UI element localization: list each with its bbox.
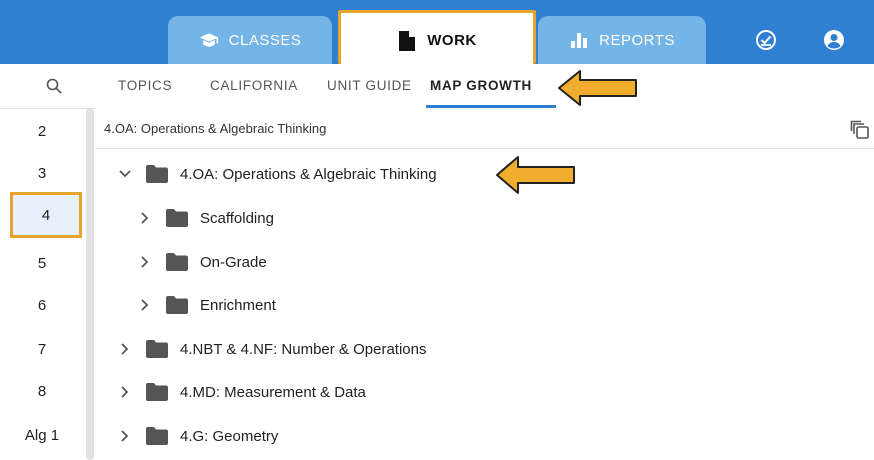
folder-icon — [166, 253, 190, 271]
folder-icon — [146, 427, 170, 445]
tab-classes[interactable]: CLASSES — [168, 16, 332, 64]
grade-item-8[interactable]: 8 — [0, 370, 84, 412]
chevron-down-icon[interactable] — [118, 167, 132, 181]
copy-icon[interactable] — [850, 120, 870, 145]
folder-icon — [146, 383, 170, 401]
tree-label: On-Grade — [200, 253, 267, 271]
tree-row-4oa[interactable]: 4.OA: Operations & Algebraic Thinking — [118, 154, 437, 194]
tree-label: 4.MD: Measurement & Data — [180, 383, 366, 401]
account-circle-icon[interactable] — [822, 28, 846, 52]
graduation-cap-icon — [199, 30, 219, 50]
chevron-right-icon[interactable] — [138, 298, 152, 312]
callout-arrow-icon — [494, 154, 578, 201]
chevron-right-icon[interactable] — [118, 385, 132, 399]
tree-row-scaffolding[interactable]: Scaffolding — [138, 198, 274, 238]
breadcrumb: 4.OA: Operations & Algebraic Thinking — [104, 121, 327, 136]
app-frame: CLASSES WORK REPORTS 2 3 4 5 6 7 8 Alg 1… — [0, 0, 874, 460]
breadcrumb-bar: 4.OA: Operations & Algebraic Thinking — [96, 108, 874, 149]
grade-item-6[interactable]: 6 — [0, 284, 84, 326]
subtab-bar: TOPICS CALIFORNIA UNIT GUIDE MAP GROWTH — [96, 64, 874, 109]
grade-sidebar: 2 3 4 5 6 7 8 Alg 1 — [0, 64, 96, 460]
subtab-unit-guide[interactable]: UNIT GUIDE — [327, 78, 412, 93]
search-icon[interactable] — [46, 78, 62, 99]
tree-label: 4.G: Geometry — [180, 427, 279, 445]
grade-item-5[interactable]: 5 — [0, 242, 84, 284]
sidebar-divider — [0, 108, 96, 109]
tab-work-label: WORK — [427, 32, 477, 49]
tab-reports-label: REPORTS — [599, 31, 675, 49]
subtab-topics[interactable]: TOPICS — [118, 78, 172, 93]
tree-row-on-grade[interactable]: On-Grade — [138, 242, 267, 282]
folder-icon — [166, 209, 190, 227]
document-icon — [397, 30, 417, 51]
bar-chart-icon — [569, 30, 589, 50]
chevron-right-icon[interactable] — [138, 255, 152, 269]
tree-row-4g[interactable]: 4.G: Geometry — [118, 416, 278, 456]
tree-label: 4.NBT & 4.NF: Number & Operations — [180, 340, 427, 358]
tree-label: Scaffolding — [200, 209, 274, 227]
folder-icon — [146, 165, 170, 183]
tab-classes-label: CLASSES — [228, 31, 302, 49]
subtab-map-growth[interactable]: MAP GROWTH — [430, 78, 532, 93]
sidebar-scrollbar[interactable] — [86, 108, 94, 460]
grade-item-2[interactable]: 2 — [0, 110, 84, 152]
chevron-right-icon[interactable] — [118, 342, 132, 356]
grade-item-7[interactable]: 7 — [0, 328, 84, 370]
tree-row-4md[interactable]: 4.MD: Measurement & Data — [118, 372, 366, 412]
grade-item-3[interactable]: 3 — [0, 152, 84, 194]
top-nav-bar: CLASSES WORK REPORTS — [0, 0, 874, 64]
check-circle-icon[interactable] — [754, 28, 778, 52]
subtab-california[interactable]: CALIFORNIA — [210, 78, 298, 93]
tab-work[interactable]: WORK — [338, 10, 536, 64]
tab-reports[interactable]: REPORTS — [538, 16, 706, 64]
chevron-right-icon[interactable] — [118, 429, 132, 443]
tree-label: Enrichment — [200, 296, 276, 314]
folder-icon — [146, 340, 170, 358]
grade-item-4[interactable]: 4 — [10, 192, 82, 238]
folder-icon — [166, 296, 190, 314]
tree-row-enrichment[interactable]: Enrichment — [138, 285, 276, 325]
chevron-right-icon[interactable] — [138, 211, 152, 225]
grade-item-alg1[interactable]: Alg 1 — [0, 414, 84, 456]
tree-row-4nbt[interactable]: 4.NBT & 4.NF: Number & Operations — [118, 329, 426, 369]
tree-label: 4.OA: Operations & Algebraic Thinking — [180, 165, 437, 183]
callout-arrow-icon — [556, 68, 640, 113]
